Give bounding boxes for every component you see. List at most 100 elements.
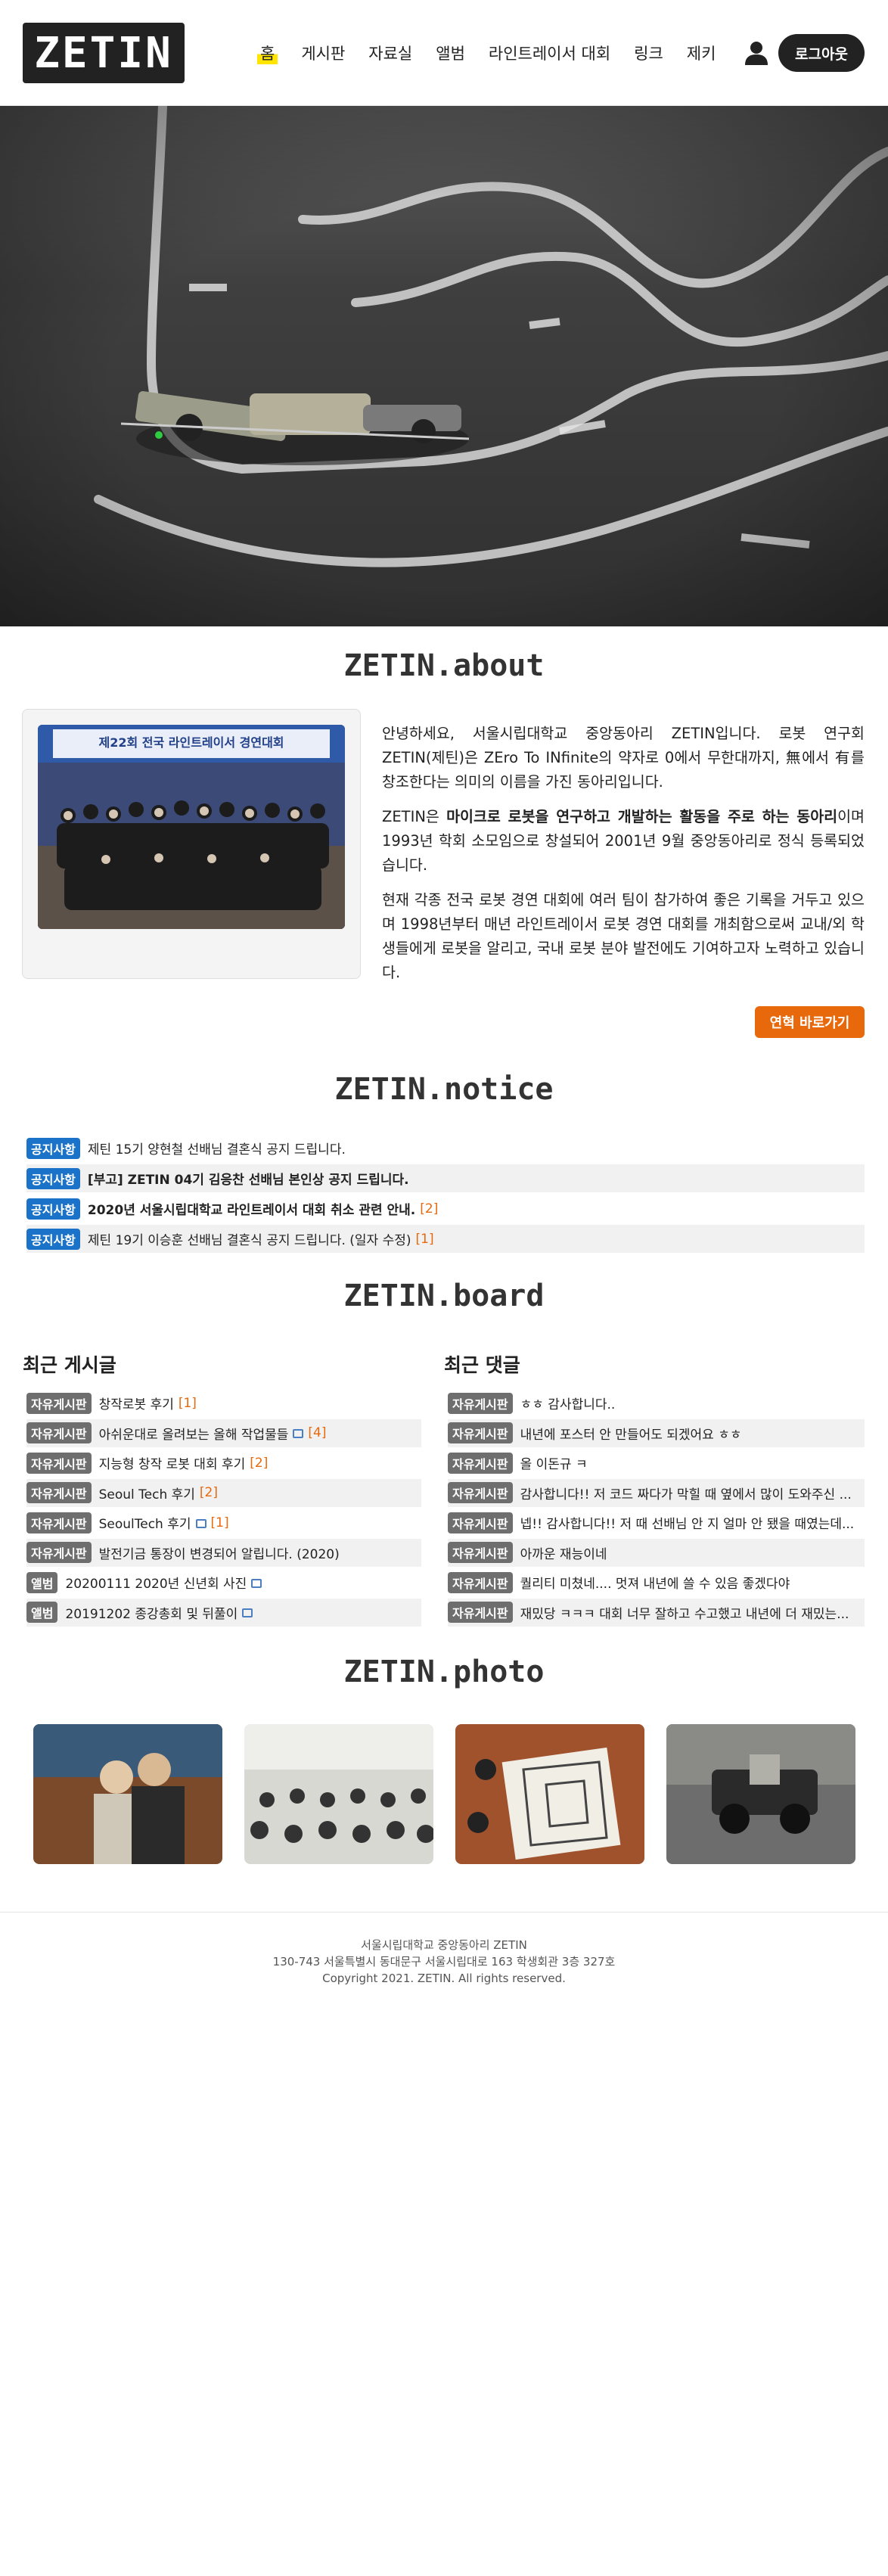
- notice-badge: 공지사항: [26, 1198, 80, 1220]
- board-badge: 자유게시판: [26, 1482, 92, 1503]
- about-highlight: 마이크로 로봇을 연구하고 개발하는 활동을 주로 하는 동아리: [446, 808, 838, 825]
- comment-text[interactable]: 감사합니다!! 저 코드 짜다가 막힐 때 옆에서 많이 도와주신 ...: [520, 1484, 852, 1502]
- board-badge: 자유게시판: [26, 1512, 92, 1533]
- nav-item-board[interactable]: 게시판: [301, 42, 345, 64]
- album-photo-3[interactable]: [455, 1724, 644, 1864]
- comment-item[interactable]: 자유게시판 올 이돈규 ㅋ: [448, 1449, 865, 1477]
- nav-item-linetracer-contest[interactable]: 라인트레이서 대회: [489, 42, 610, 64]
- board-badge: 자유게시판: [26, 1542, 92, 1563]
- post-title[interactable]: 지능형 창작 로봇 대회 후기: [99, 1453, 246, 1472]
- image-attachment-icon: [293, 1429, 304, 1438]
- nav-item-wiki[interactable]: 제키: [687, 42, 716, 64]
- board-badge: 자유게시판: [448, 1542, 513, 1563]
- comment-item[interactable]: 자유게시판 넵!! 감사합니다!! 저 때 선배님 안 지 얼마 안 됐을 때였는…: [448, 1509, 865, 1537]
- user-icon[interactable]: [744, 40, 769, 66]
- board-badge: 자유게시판: [448, 1452, 513, 1474]
- comment-text[interactable]: 내년에 포스터 안 만들어도 되겠어요 ㅎㅎ: [520, 1424, 742, 1443]
- comment-count: [2]: [420, 1201, 439, 1217]
- photo-banner-text: 제22회 전국 라인트레이서 경연대회: [98, 735, 284, 750]
- post-item[interactable]: 앨범 20191202 종강총회 및 뒤풀이: [26, 1598, 421, 1627]
- album-photo-4[interactable]: [666, 1724, 855, 1864]
- board-badge: 자유게시판: [448, 1602, 513, 1623]
- about-description: 안녕하세요, 서울시립대학교 중앙동아리 ZETIN입니다. 로봇 연구회 ZE…: [382, 722, 865, 996]
- about-paragraph-3: 현재 각종 전국 로봇 경연 대회에 여러 팀이 참가하여 좋은 기록을 거두고…: [382, 891, 865, 981]
- post-item[interactable]: 자유게시판 발전기금 통장이 변경되어 알립니다. (2020): [26, 1538, 421, 1567]
- board-badge: 자유게시판: [448, 1422, 513, 1443]
- comment-item[interactable]: 자유게시판 감사합니다!! 저 코드 짜다가 막힐 때 옆에서 많이 도와주신 .…: [448, 1478, 865, 1507]
- line-tracer-robot-photo: [0, 106, 888, 626]
- notice-title[interactable]: 제틴 15기 양현철 선배님 결혼식 공지 드립니다.: [88, 1139, 346, 1157]
- notice-title[interactable]: 제틴 19기 이승훈 선배님 결혼식 공지 드립니다. (일자 수정): [88, 1229, 411, 1248]
- comment-item[interactable]: 자유게시판 퀄리티 미쳤네.... 멋져 내년에 쓸 수 있음 좋겠다야: [448, 1568, 865, 1596]
- comment-item[interactable]: 자유게시판 재밌당 ㅋㅋㅋ 대회 너무 잘하고 수고했고 내년에 더 재밌는...: [448, 1598, 865, 1627]
- notice-title[interactable]: 2020년 서울시립대학교 라인트레이서 대회 취소 관련 안내.: [88, 1199, 415, 1218]
- nav-item-album[interactable]: 앨범: [436, 42, 465, 64]
- comment-text[interactable]: ㅎㅎ 감사합니다..: [520, 1394, 616, 1412]
- comment-text[interactable]: 퀄리티 미쳤네.... 멋져 내년에 쓸 수 있음 좋겠다야: [520, 1573, 790, 1592]
- board-badge: 자유게시판: [26, 1392, 92, 1414]
- board-badge: 자유게시판: [448, 1512, 513, 1533]
- group-photo: 제22회 전국 라인트레이서 경연대회: [38, 725, 345, 929]
- board-badge: 자유게시판: [448, 1571, 513, 1593]
- post-item[interactable]: 자유게시판 아쉬운대로 올려보는 올해 작업물들 [4]: [26, 1419, 421, 1447]
- notice-title[interactable]: [부고] ZETIN 04기 김응찬 선배님 본인상 공지 드립니다.: [88, 1169, 409, 1188]
- nav-item-home[interactable]: 홈: [257, 42, 278, 64]
- post-title[interactable]: Seoul Tech 후기: [99, 1484, 195, 1502]
- about-paragraph-2: ZETIN은 마이크로 로봇을 연구하고 개발하는 활동을 주로 하는 동아리이…: [382, 808, 865, 874]
- post-item[interactable]: 앨범 20200111 2020년 신년회 사진: [26, 1568, 421, 1596]
- post-title[interactable]: 20191202 종강총회 및 뒤풀이: [65, 1603, 238, 1622]
- post-title[interactable]: 20200111 2020년 신년회 사진: [65, 1573, 247, 1592]
- post-item[interactable]: 자유게시판 지능형 창작 로봇 대회 후기 [2]: [26, 1449, 421, 1477]
- about-paragraph-1: 안녕하세요, 서울시립대학교 중앙동아리 ZETIN입니다. 로봇 연구회 ZE…: [382, 725, 865, 791]
- post-item[interactable]: 자유게시판 창작로봇 후기 [1]: [26, 1389, 421, 1417]
- comment-text[interactable]: 재밌당 ㅋㅋㅋ 대회 너무 잘하고 수고했고 내년에 더 재밌는...: [520, 1603, 849, 1622]
- post-item[interactable]: 자유게시판 Seoul Tech 후기 [2]: [26, 1478, 421, 1507]
- notice-badge: 공지사항: [26, 1167, 80, 1189]
- board-badge: 자유게시판: [448, 1392, 513, 1414]
- comment-count: [1]: [210, 1515, 229, 1530]
- comment-item[interactable]: 자유게시판 아까운 재능이네: [448, 1538, 865, 1567]
- album-photo-2[interactable]: [244, 1724, 433, 1864]
- notice-item[interactable]: 공지사항 [부고] ZETIN 04기 김응찬 선배님 본인상 공지 드립니다.: [26, 1164, 865, 1192]
- image-attachment-icon: [195, 1518, 206, 1528]
- image-attachment-icon: [251, 1578, 262, 1588]
- comment-text[interactable]: 아까운 재능이네: [520, 1543, 607, 1562]
- board-badge: 자유게시판: [448, 1482, 513, 1503]
- footer-org: 서울시립대학교 중앙동아리 ZETIN: [361, 1938, 527, 1952]
- comment-text[interactable]: 넵!! 감사합니다!! 저 때 선배님 안 지 얼마 안 됐을 때였는데...: [520, 1513, 855, 1532]
- site-logo[interactable]: ZETIN: [23, 23, 185, 83]
- comment-item[interactable]: 자유게시판 내년에 포스터 안 만들어도 되겠어요 ㅎㅎ: [448, 1419, 865, 1447]
- comment-count: [1]: [415, 1231, 434, 1247]
- history-button[interactable]: 연혁 바로가기: [755, 1006, 865, 1038]
- post-title[interactable]: 발전기금 통장이 변경되어 알립니다. (2020): [99, 1543, 340, 1562]
- notice-badge: 공지사항: [26, 1228, 80, 1250]
- notice-item[interactable]: 공지사항 제틴 15기 양현철 선배님 결혼식 공지 드립니다.: [26, 1134, 865, 1162]
- notice-badge: 공지사항: [26, 1137, 80, 1159]
- post-title[interactable]: 아쉬운대로 올려보는 올해 작업물들: [99, 1424, 289, 1443]
- post-item[interactable]: 자유게시판 SeoulTech 후기 [1]: [26, 1509, 421, 1537]
- about-photo-card: 제22회 전국 라인트레이서 경연대회: [22, 709, 361, 979]
- footer-address: 130-743 서울특별시 동대문구 서울시립대로 163 학생회관 3층 32…: [272, 1955, 616, 1969]
- footer-copyright: Copyright 2021. ZETIN. All rights reserv…: [322, 1972, 566, 1985]
- post-title[interactable]: SeoulTech 후기: [99, 1513, 191, 1532]
- notice-item[interactable]: 공지사항 2020년 서울시립대학교 라인트레이서 대회 취소 관련 안내. [2]: [26, 1195, 865, 1223]
- nav-item-archive[interactable]: 자료실: [368, 42, 412, 64]
- post-title[interactable]: 창작로봇 후기: [99, 1394, 174, 1412]
- site-footer: 서울시립대학교 중앙동아리 ZETIN 130-743 서울특별시 동대문구 서…: [0, 1912, 888, 1987]
- image-attachment-icon: [242, 1608, 253, 1617]
- comment-text[interactable]: 올 이돈규 ㅋ: [520, 1453, 588, 1472]
- comment-item[interactable]: 자유게시판 ㅎㅎ 감사합니다..: [448, 1389, 865, 1417]
- comment-count: [1]: [178, 1395, 197, 1411]
- board-badge: 자유게시판: [26, 1452, 92, 1474]
- photo-section-title: ZETIN.photo: [343, 1655, 545, 1689]
- album-photo-1[interactable]: [33, 1724, 222, 1864]
- about-section-title: ZETIN.about: [343, 648, 545, 683]
- board-badge: 앨범: [26, 1602, 58, 1623]
- comment-count: [4]: [308, 1425, 327, 1440]
- logout-button[interactable]: 로그아웃: [778, 34, 865, 72]
- board-section-title: ZETIN.board: [343, 1279, 545, 1313]
- notice-section-title: ZETIN.notice: [334, 1072, 554, 1107]
- nav-item-links[interactable]: 링크: [634, 42, 663, 64]
- notice-item[interactable]: 공지사항 제틴 19기 이승훈 선배님 결혼식 공지 드립니다. (일자 수정)[…: [26, 1225, 865, 1253]
- recent-posts-heading: 최근 게시글: [23, 1354, 116, 1376]
